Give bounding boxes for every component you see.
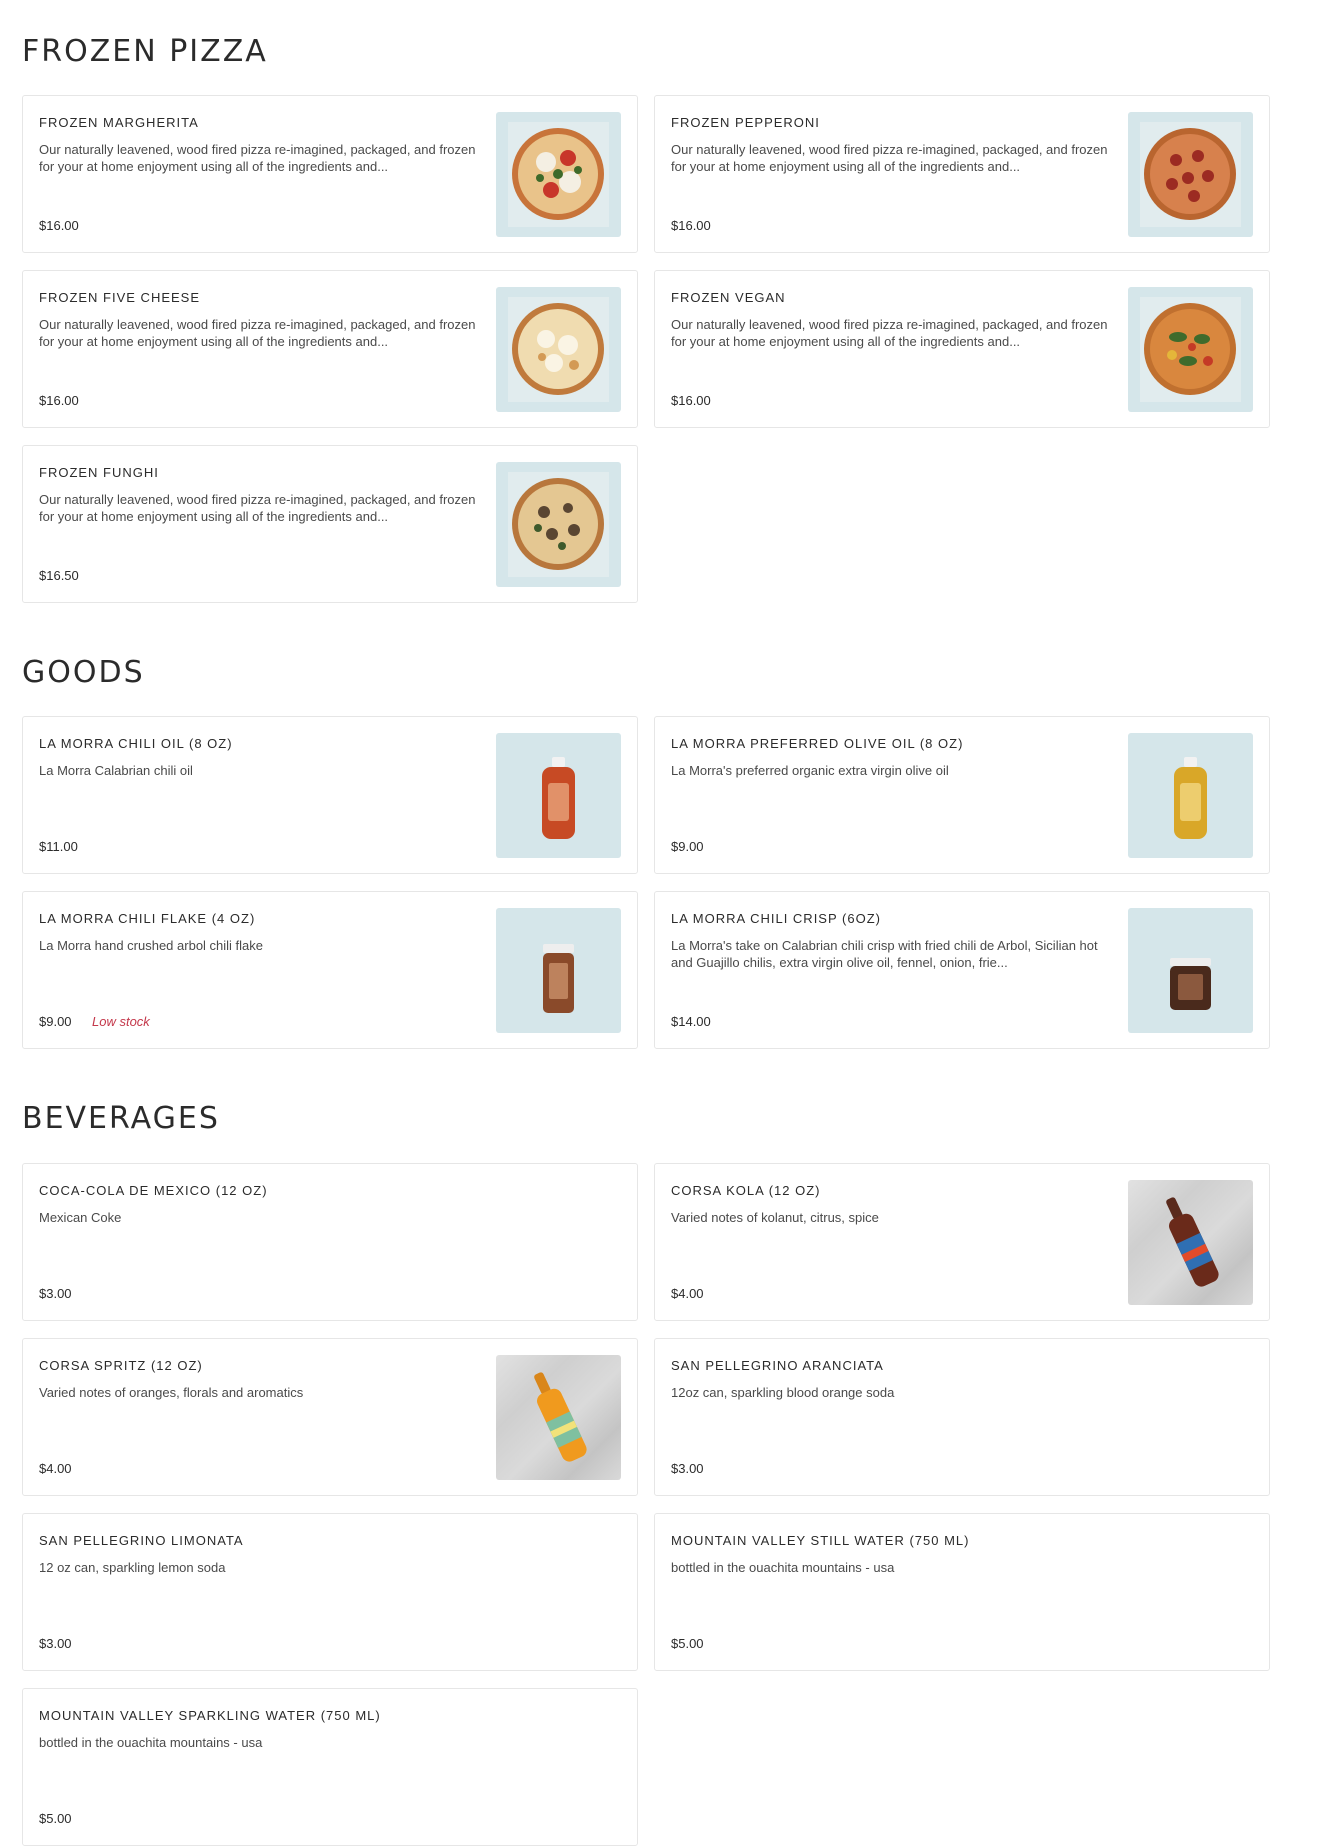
chili-flake-jar-image (496, 908, 621, 1033)
item-description: La Morra's take on Calabrian chili crisp… (671, 938, 1098, 970)
funghi-pizza-image (496, 462, 621, 587)
menu-item-card[interactable]: FROZEN MARGHERITA Our naturally leavened… (22, 95, 638, 253)
item-price: $4.00 (39, 1461, 72, 1476)
item-description: Our naturally leavened, wood fired pizza… (39, 492, 476, 524)
olive-oil-bottle-image (1128, 733, 1253, 858)
item-description: Our naturally leavened, wood fired pizza… (39, 317, 476, 349)
item-description: bottled in the ouachita mountains - usa (39, 1735, 263, 1750)
item-name: LA MORRA CHILI OIL (8 OZ) (39, 736, 233, 751)
menu-item-card[interactable]: LA MORRA CHILI CRISP (6OZ) La Morra's ta… (654, 891, 1270, 1049)
item-price: $5.00 (671, 1636, 704, 1651)
vegan-pizza-image (1128, 287, 1253, 412)
chili-crisp-jar-image (1128, 908, 1253, 1033)
section-title-beverages: BEVERAGES (22, 1101, 220, 1136)
item-description: Our naturally leavened, wood fired pizza… (39, 142, 476, 174)
item-name: CORSA KOLA (12 OZ) (671, 1183, 821, 1198)
menu-item-card[interactable]: LA MORRA PREFERRED OLIVE OIL (8 OZ) La M… (654, 716, 1270, 874)
item-description: Varied notes of oranges, florals and aro… (39, 1385, 304, 1400)
margherita-pizza-image (496, 112, 621, 237)
item-price: $3.00 (39, 1636, 72, 1651)
item-description: bottled in the ouachita mountains - usa (671, 1560, 895, 1575)
item-description: Our naturally leavened, wood fired pizza… (671, 317, 1108, 349)
item-price: $5.00 (39, 1811, 72, 1826)
item-name: CORSA SPRITZ (12 OZ) (39, 1358, 203, 1373)
menu-item-card[interactable]: SAN PELLEGRINO LIMONATA 12 oz can, spark… (22, 1513, 638, 1671)
menu-item-card[interactable]: SAN PELLEGRINO ARANCIATA 12oz can, spark… (654, 1338, 1270, 1496)
item-price: $16.00 (39, 393, 79, 408)
menu-item-card[interactable]: LA MORRA CHILI FLAKE (4 OZ) La Morra han… (22, 891, 638, 1049)
five-cheese-pizza-image (496, 287, 621, 412)
menu-item-card[interactable]: CORSA KOLA (12 OZ) Varied notes of kolan… (654, 1163, 1270, 1321)
item-price: $16.00 (39, 218, 79, 233)
item-description: La Morra hand crushed arbol chili flake (39, 938, 264, 953)
item-name: SAN PELLEGRINO LIMONATA (39, 1533, 244, 1548)
menu-item-card[interactable]: COCA-COLA DE MEXICO (12 OZ) Mexican Coke… (22, 1163, 638, 1321)
pepperoni-pizza-image (1128, 112, 1253, 237)
menu-item-card[interactable]: MOUNTAIN VALLEY SPARKLING WATER (750 ML)… (22, 1688, 638, 1846)
menu-item-card[interactable]: LA MORRA CHILI OIL (8 OZ) La Morra Calab… (22, 716, 638, 874)
menu-item-card[interactable]: FROZEN PEPPERONI Our naturally leavened,… (654, 95, 1270, 253)
item-description: Mexican Coke (39, 1210, 122, 1225)
item-name: FROZEN MARGHERITA (39, 115, 199, 130)
item-price: $11.00 (39, 839, 78, 854)
item-description: 12 oz can, sparkling lemon soda (39, 1560, 226, 1575)
section-title-goods: GOODS (22, 655, 145, 690)
chili-oil-bottle-image (496, 733, 621, 858)
item-name: FROZEN PEPPERONI (671, 115, 820, 130)
low-stock-badge: Low stock (92, 1014, 150, 1029)
item-name: FROZEN FIVE CHEESE (39, 290, 201, 305)
menu-item-card[interactable]: FROZEN FUNGHI Our naturally leavened, wo… (22, 445, 638, 603)
item-description: La Morra's preferred organic extra virgi… (671, 763, 949, 778)
section-title-frozen-pizza: FROZEN PIZZA (22, 34, 268, 69)
item-price: $9.00 (671, 839, 704, 854)
corsa-spritz-bottle-image (496, 1355, 621, 1480)
menu-item-card[interactable]: FROZEN FIVE CHEESE Our naturally leavene… (22, 270, 638, 428)
menu-item-card[interactable]: CORSA SPRITZ (12 OZ) Varied notes of ora… (22, 1338, 638, 1496)
item-name: LA MORRA CHILI FLAKE (4 OZ) (39, 911, 256, 926)
item-name: LA MORRA CHILI CRISP (6OZ) (671, 911, 881, 926)
item-price: $14.00 (671, 1014, 711, 1029)
item-price: $3.00 (39, 1286, 72, 1301)
item-name: COCA-COLA DE MEXICO (12 OZ) (39, 1183, 268, 1198)
item-description: La Morra Calabrian chili oil (39, 763, 193, 778)
item-price: $16.50 (39, 568, 79, 583)
item-name: LA MORRA PREFERRED OLIVE OIL (8 OZ) (671, 736, 964, 751)
item-name: FROZEN FUNGHI (39, 465, 159, 480)
item-name: MOUNTAIN VALLEY SPARKLING WATER (750 ML) (39, 1708, 381, 1723)
item-price: $16.00 (671, 393, 711, 408)
item-name: MOUNTAIN VALLEY STILL WATER (750 ML) (671, 1533, 970, 1548)
item-price: $9.00 (39, 1014, 72, 1029)
menu-item-card[interactable]: FROZEN VEGAN Our naturally leavened, woo… (654, 270, 1270, 428)
item-price: $4.00 (671, 1286, 704, 1301)
item-name: FROZEN VEGAN (671, 290, 786, 305)
menu-item-card[interactable]: MOUNTAIN VALLEY STILL WATER (750 ML) bot… (654, 1513, 1270, 1671)
item-price: $3.00 (671, 1461, 704, 1476)
item-description: 12oz can, sparkling blood orange soda (671, 1385, 895, 1400)
item-name: SAN PELLEGRINO ARANCIATA (671, 1358, 884, 1373)
item-description: Our naturally leavened, wood fired pizza… (671, 142, 1108, 174)
item-price: $16.00 (671, 218, 711, 233)
corsa-kola-bottle-image (1128, 1180, 1253, 1305)
item-description: Varied notes of kolanut, citrus, spice (671, 1210, 879, 1225)
